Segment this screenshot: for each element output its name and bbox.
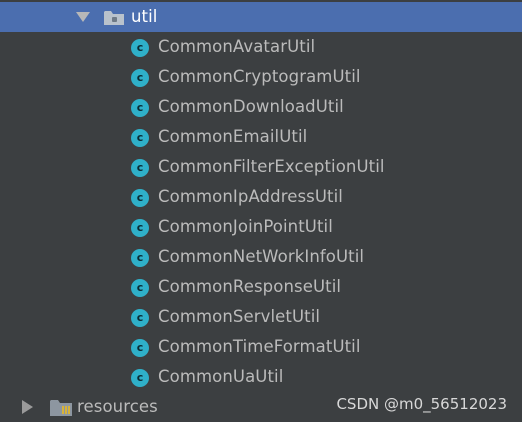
tree-item-class[interactable]: c CommonServletUtil [0, 302, 522, 332]
class-label: CommonJoinPointUtil [158, 217, 333, 236]
tree-item-util[interactable]: util [0, 2, 522, 32]
resources-folder-icon [50, 400, 72, 416]
class-label: CommonFilterExceptionUtil [158, 157, 385, 176]
class-icon: c [131, 219, 149, 237]
class-label: CommonIpAddressUtil [158, 187, 343, 206]
tree-item-class[interactable]: c CommonCryptogramUtil [0, 62, 522, 92]
class-label: CommonEmailUtil [158, 127, 308, 146]
collapse-arrow-icon[interactable] [22, 400, 33, 414]
tree-item-class[interactable]: c CommonIpAddressUtil [0, 182, 522, 212]
class-icon: c [131, 339, 149, 357]
tree-item-class[interactable]: c CommonTimeFormatUtil [0, 332, 522, 362]
class-label: CommonCryptogramUtil [158, 67, 361, 86]
class-icon: c [131, 159, 149, 177]
class-icon: c [131, 249, 149, 267]
tree-item-class[interactable]: c CommonNetWorkInfoUtil [0, 242, 522, 272]
tree-item-class[interactable]: c CommonUaUtil [0, 362, 522, 392]
watermark: CSDN @m0_56512023 [336, 395, 507, 413]
package-folder-icon [104, 10, 124, 25]
tree-item-class[interactable]: c CommonEmailUtil [0, 122, 522, 152]
class-label: CommonUaUtil [158, 367, 284, 386]
class-label: CommonResponseUtil [158, 277, 342, 296]
class-label: CommonTimeFormatUtil [158, 337, 361, 356]
class-label: CommonDownloadUtil [158, 97, 344, 116]
class-icon: c [131, 279, 149, 297]
class-icon: c [131, 129, 149, 147]
tree-item-class[interactable]: c CommonDownloadUtil [0, 92, 522, 122]
class-icon: c [131, 99, 149, 117]
class-icon: c [131, 189, 149, 207]
tree-item-class[interactable]: c CommonFilterExceptionUtil [0, 152, 522, 182]
resources-folder-label: resources [77, 397, 158, 416]
expand-arrow-icon[interactable] [76, 12, 90, 22]
tree-item-class[interactable]: c CommonJoinPointUtil [0, 212, 522, 242]
class-icon: c [131, 39, 149, 57]
class-icon: c [131, 69, 149, 87]
util-folder-label: util [131, 7, 158, 26]
class-label: CommonServletUtil [158, 307, 321, 326]
class-label: CommonAvatarUtil [158, 37, 316, 56]
class-icon: c [131, 369, 149, 387]
tree-item-class[interactable]: c CommonResponseUtil [0, 272, 522, 302]
project-tree: util c CommonAvatarUtil c CommonCryptogramU… [0, 0, 522, 421]
class-label: CommonNetWorkInfoUtil [158, 247, 365, 266]
class-icon: c [131, 309, 149, 327]
tree-item-class[interactable]: c CommonAvatarUtil [0, 32, 522, 62]
